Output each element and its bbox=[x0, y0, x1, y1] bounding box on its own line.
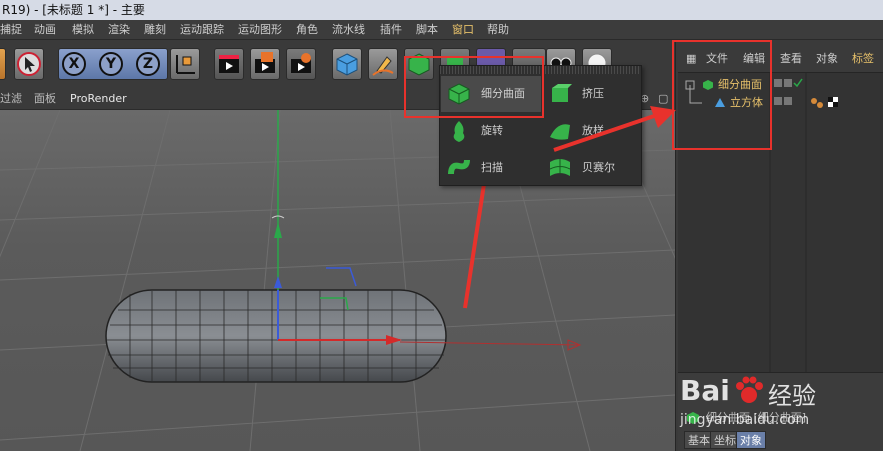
menu-item[interactable]: 模拟 bbox=[72, 20, 94, 40]
viewport-menu-item[interactable]: 面板 bbox=[34, 88, 56, 110]
generator-dropdown-menu: 细分曲面 挤压旋转 放样扫描 贝赛尔 bbox=[439, 65, 642, 186]
window-title-bar: R19) - [未标题 1 *] - 主要 bbox=[0, 0, 883, 20]
object-name: 立方体 bbox=[730, 96, 763, 109]
bezier-icon bbox=[549, 159, 571, 176]
render-active-icon bbox=[255, 52, 275, 73]
object-list: 细分曲面 立方体 bbox=[678, 72, 883, 373]
menu-item[interactable]: 捕捉 bbox=[0, 20, 22, 40]
dropdown-item[interactable]: 放样 bbox=[542, 113, 642, 149]
subdivision-surface-toolbar-button[interactable] bbox=[404, 48, 434, 80]
dropdown-item-label: 旋转 bbox=[481, 124, 503, 137]
panel-grip-icon[interactable]: ▦ bbox=[686, 48, 696, 70]
object-manager-menu-item[interactable]: 查看 bbox=[780, 48, 802, 70]
attribute-tabs: 基本 坐标 对象 bbox=[684, 431, 766, 449]
menu-item[interactable]: 脚本 bbox=[416, 20, 438, 40]
menu-bar: 捕捉 动画 模拟 渲染 雕刻 运动跟踪 运动图形 角色 流水线 插件 脚本 窗口 帮助 bbox=[0, 20, 883, 40]
clapper-icon bbox=[219, 55, 239, 73]
pen-icon bbox=[372, 56, 394, 76]
menu-item[interactable]: 插件 bbox=[380, 20, 402, 40]
attribute-object-label: 细分曲面 [细分曲面] bbox=[706, 411, 807, 424]
menu-item[interactable]: 动画 bbox=[34, 20, 56, 40]
dropdown-grip[interactable] bbox=[440, 66, 641, 74]
lathe-icon bbox=[453, 121, 465, 142]
object-manager-menu: ▦ 文件 编辑 查看 对象 标签 bbox=[676, 48, 883, 70]
menu-item[interactable]: 雕刻 bbox=[144, 20, 166, 40]
object-manager-menu-item[interactable]: 对象 bbox=[816, 48, 838, 70]
dropdown-item[interactable]: 挤压 bbox=[542, 76, 642, 112]
object-row-cube[interactable]: 立方体 bbox=[678, 94, 883, 112]
attribute-manager: 细分曲面 [细分曲面] 基本 坐标 对象 bbox=[678, 372, 883, 451]
object-manager-panel: ▦ 文件 编辑 查看 对象 标签 细分曲面 立方体 细分曲面 [细分曲面] 基本 坐标 对象 bbox=[675, 40, 883, 451]
menu-item[interactable]: 运动跟踪 bbox=[180, 20, 224, 40]
menu-item[interactable]: 帮助 bbox=[487, 20, 509, 40]
render-settings-icon bbox=[291, 53, 311, 73]
sweep-icon bbox=[448, 159, 470, 175]
viewport-menu-item[interactable]: ProRender bbox=[70, 88, 127, 110]
dropdown-item[interactable]: 旋转 bbox=[441, 113, 541, 149]
object-row-subdivision-surface[interactable]: 细分曲面 bbox=[678, 76, 883, 94]
viewport-layout-icon[interactable]: ▢ bbox=[658, 88, 668, 110]
subdivision-surface-icon bbox=[448, 83, 470, 105]
render-picture-viewer-button[interactable] bbox=[250, 48, 280, 80]
cube-icon bbox=[336, 53, 358, 76]
dropdown-item-label: 扫描 bbox=[481, 161, 503, 174]
live-selection-button[interactable] bbox=[0, 48, 6, 80]
subdivision-surface-icon bbox=[408, 53, 430, 76]
object-manager-menu-item[interactable]: 文件 bbox=[706, 48, 728, 70]
render-view-button[interactable] bbox=[214, 48, 244, 80]
dropdown-item[interactable]: 扫描 bbox=[441, 150, 541, 186]
render-settings-button[interactable] bbox=[286, 48, 316, 80]
coordinate-system-button[interactable] bbox=[170, 48, 200, 80]
menu-item[interactable]: 流水线 bbox=[332, 20, 365, 40]
object-manager-menu-item[interactable]: 编辑 bbox=[743, 48, 765, 70]
dropdown-item-label: 细分曲面 bbox=[481, 87, 525, 100]
window-title: R19) - [未标题 1 *] - 主要 bbox=[2, 3, 145, 17]
subdivision-surface-icon bbox=[687, 412, 699, 424]
z-axis-lock-button[interactable]: Z bbox=[136, 52, 160, 76]
object-manager-menu-item[interactable]: 标签 bbox=[852, 48, 874, 70]
axis-icon bbox=[176, 55, 195, 74]
cube-icon bbox=[715, 98, 725, 107]
menu-item[interactable]: 运动图形 bbox=[238, 20, 282, 40]
move-tool-button[interactable] bbox=[14, 48, 44, 80]
pen-tool-button[interactable] bbox=[368, 48, 398, 80]
subdivided-cube-mesh[interactable] bbox=[105, 289, 447, 383]
cursor-icon bbox=[17, 52, 41, 76]
loft-icon bbox=[550, 124, 570, 140]
object-name: 细分曲面 bbox=[718, 78, 762, 91]
y-axis-lock-button[interactable]: Y bbox=[99, 52, 123, 76]
x-axis-lock-button[interactable]: X bbox=[62, 52, 86, 76]
viewport-menu-item[interactable]: 过滤 bbox=[0, 88, 22, 110]
dropdown-item-label: 挤压 bbox=[582, 87, 604, 100]
dropdown-item[interactable]: 贝赛尔 bbox=[542, 150, 642, 186]
attribute-tab[interactable]: 对象 bbox=[736, 431, 766, 449]
menu-item[interactable]: 渲染 bbox=[108, 20, 130, 40]
object-list-columns bbox=[685, 73, 838, 373]
dropdown-item-label: 放样 bbox=[582, 124, 604, 137]
dropdown-item-label: 贝赛尔 bbox=[582, 161, 615, 174]
dropdown-item[interactable]: 细分曲面 bbox=[441, 76, 541, 112]
cube-primitive-button[interactable] bbox=[332, 48, 362, 80]
menu-item[interactable]: 角色 bbox=[296, 20, 318, 40]
menu-item[interactable]: 窗口 bbox=[452, 20, 474, 40]
extrude-icon bbox=[552, 84, 572, 102]
subdivision-surface-icon bbox=[703, 80, 713, 90]
